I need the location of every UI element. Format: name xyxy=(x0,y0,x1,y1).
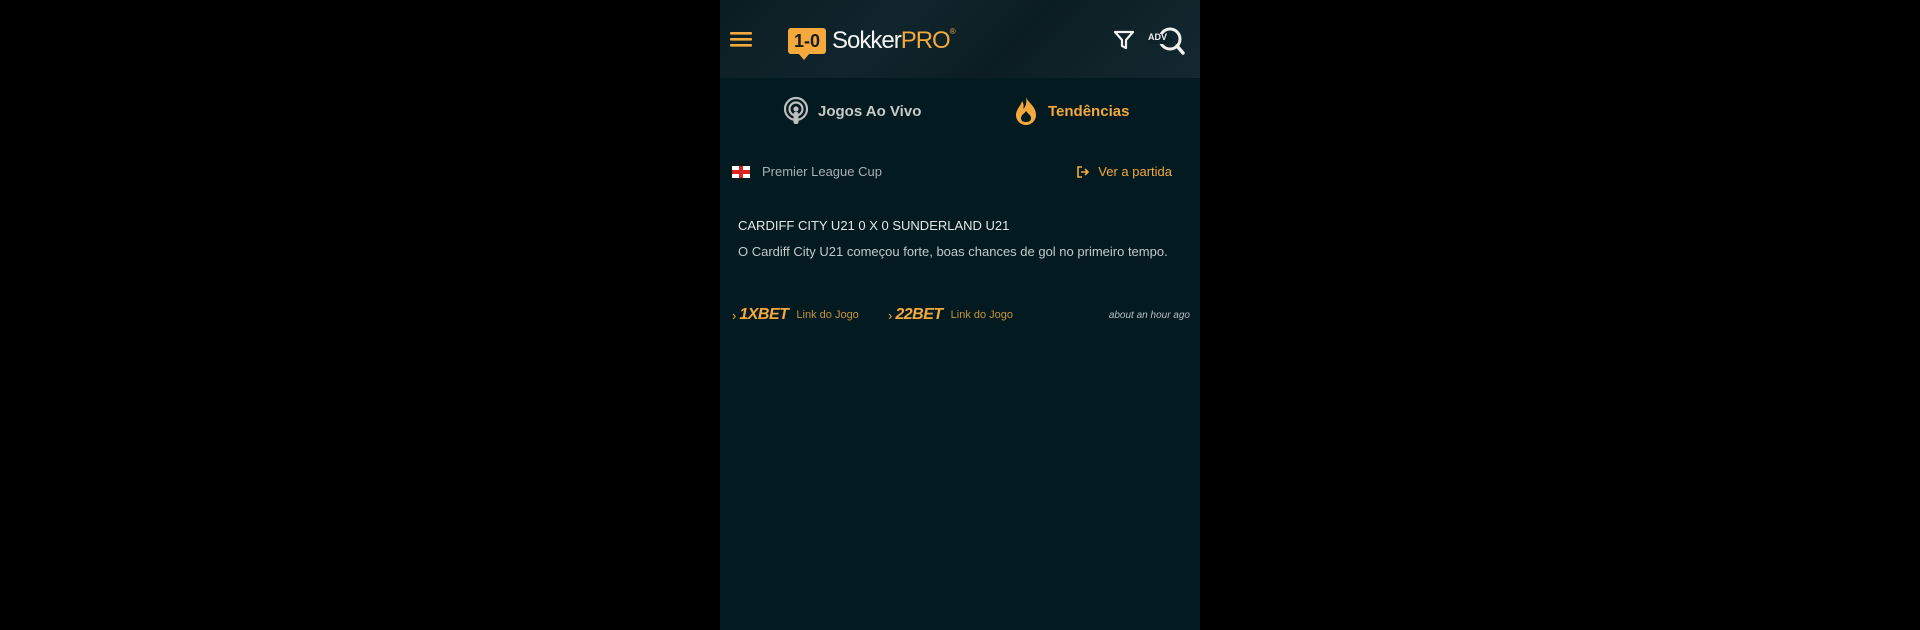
tab-trends-label: Tendências xyxy=(1048,102,1130,120)
logo-score-badge: 1-0 xyxy=(788,28,827,60)
top-bar: 1-0 SokkerPRO® ADV xyxy=(720,0,1200,78)
chevron-right-icon: › xyxy=(888,307,893,323)
brand-1xbet-logo: 1XBET xyxy=(739,306,789,323)
match-title[interactable]: CARDIFF CITY U21 0 X 0 SUNDERLAND U21 xyxy=(738,218,1009,233)
match-description: O Cardiff City U21 começou forte, boas c… xyxy=(738,244,1168,259)
filter-icon xyxy=(1113,30,1135,50)
app-screen: 1-0 SokkerPRO® ADV Jogos Ao Vivo Tendênc… xyxy=(720,0,1200,630)
england-flag-icon xyxy=(732,166,750,178)
hamburger-menu-button[interactable] xyxy=(728,24,758,54)
sokkerpro-logo[interactable]: 1-0 SokkerPRO® xyxy=(788,24,956,60)
see-match-label: Ver a partida xyxy=(1098,164,1172,179)
chevron-right-icon: › xyxy=(732,307,737,323)
league-name: Premier League Cup xyxy=(762,164,882,179)
bet-link-1xbet[interactable]: › 1XBET Link do Jogo xyxy=(732,306,859,324)
tab-trends[interactable]: Tendências xyxy=(1012,94,1129,128)
flame-icon xyxy=(1016,97,1036,125)
bet-link-22bet[interactable]: › 22BET Link do Jogo xyxy=(888,306,1013,324)
menu-icon xyxy=(730,32,752,47)
bet-link-label: Link do Jogo xyxy=(796,309,859,321)
exit-arrow-icon xyxy=(1077,165,1090,178)
advanced-search-button[interactable]: ADV xyxy=(1148,25,1190,57)
logo-name: Sokker xyxy=(832,27,902,54)
timestamp: about an hour ago xyxy=(1108,310,1190,321)
brand-22bet-logo: 22BET xyxy=(895,306,943,323)
adv-label: ADV xyxy=(1148,32,1168,42)
tab-bar: Jogos Ao Vivo Tendências xyxy=(720,78,1200,144)
podcast-icon xyxy=(783,96,809,124)
tab-live-games[interactable]: Jogos Ao Vivo xyxy=(782,94,921,128)
bet-link-label: Link do Jogo xyxy=(950,309,1014,321)
logo-wordmark: SokkerPRO® xyxy=(832,27,956,55)
league-header: Premier League Cup Ver a partida xyxy=(732,162,1188,184)
bet-links-row: › 1XBET Link do Jogo › 22BET Link do Jog… xyxy=(732,306,1194,326)
logo-suffix: PRO xyxy=(900,27,951,54)
tab-live-label: Jogos Ao Vivo xyxy=(818,102,922,120)
see-match-link[interactable]: Ver a partida xyxy=(1076,164,1172,179)
filter-button[interactable] xyxy=(1112,27,1138,53)
logo-registered-mark: ® xyxy=(949,27,956,36)
